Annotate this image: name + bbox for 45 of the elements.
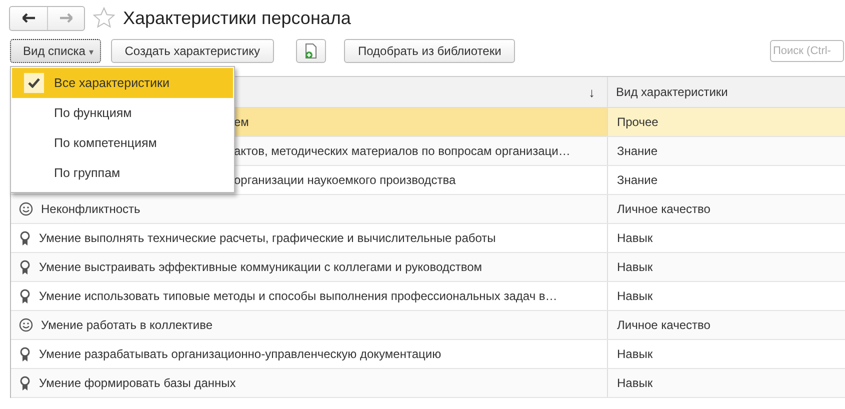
list-view-button[interactable]: Вид списка ▾ <box>10 39 101 63</box>
type-cell: Навык <box>617 289 653 303</box>
search-field[interactable]: Поиск (Ctrl- <box>770 40 844 62</box>
table-row[interactable]: Умение работать в коллективе Личное качество <box>11 311 845 340</box>
menu-item[interactable]: Все характеристики <box>12 68 233 98</box>
smiley-icon <box>19 318 33 332</box>
name-cell: Неконфликтность <box>41 202 140 216</box>
name-cell: актов, методических материалов по вопросам организаци… <box>234 144 570 158</box>
table-row[interactable]: Умение формировать базы данных Навык <box>11 369 845 398</box>
type-cell: Личное качество <box>617 202 710 216</box>
type-cell: Навык <box>617 260 653 274</box>
type-cell: Навык <box>617 347 653 361</box>
type-cell: Знание <box>617 173 658 187</box>
name-cell: Умение использовать типовые методы и способы выполнения профессиональных задач в… <box>39 289 558 303</box>
back-arrow-icon <box>22 13 36 23</box>
medal-icon <box>19 230 31 246</box>
name-cell: Умение выстраивать эффективные коммуникации с коллегами и руководством <box>39 260 482 274</box>
medal-icon <box>19 288 31 304</box>
name-cell: Умение разрабатывать организационно-управленческую документацию <box>39 347 442 361</box>
add-document-icon <box>304 43 318 59</box>
name-cell: организации наукоемкого производства <box>234 173 456 187</box>
window-title: Характеристики персонала <box>123 8 351 28</box>
star-icon[interactable] <box>93 7 115 29</box>
column-header[interactable]: Вид характеристики <box>608 77 845 107</box>
create-button[interactable]: Создать характеристику <box>110 39 274 63</box>
type-cell: Личное качество <box>617 318 710 332</box>
check-icon <box>28 78 40 88</box>
table-row[interactable]: Неконфликтность Личное качество <box>11 195 845 224</box>
type-cell: Знание <box>617 144 658 158</box>
type-cell: Навык <box>617 376 653 390</box>
medal-icon <box>19 346 31 362</box>
medal-icon <box>19 260 31 274</box>
name-cell: ем <box>234 115 249 129</box>
type-cell: Навык <box>617 231 653 245</box>
name-cell: Умение выполнять технические расчеты, графические и вычислительные работы <box>39 231 496 245</box>
medal-icon <box>19 376 31 390</box>
type-cell: Прочее <box>617 115 658 129</box>
add-document-button[interactable] <box>296 39 326 63</box>
name-cell: Умение работать в коллективе <box>41 318 213 332</box>
forward-arrow-icon <box>59 13 73 23</box>
sort-arrow-icon: ↓ <box>588 84 595 100</box>
table-row[interactable]: Умение выстраивать эффективные коммуникации с коллегами и руководством Навык <box>11 253 845 282</box>
pick-from-library-button[interactable]: Подобрать из библиотеки <box>344 39 516 63</box>
smiley-icon <box>19 202 33 216</box>
name-cell: Умение формировать базы данных <box>39 376 236 390</box>
